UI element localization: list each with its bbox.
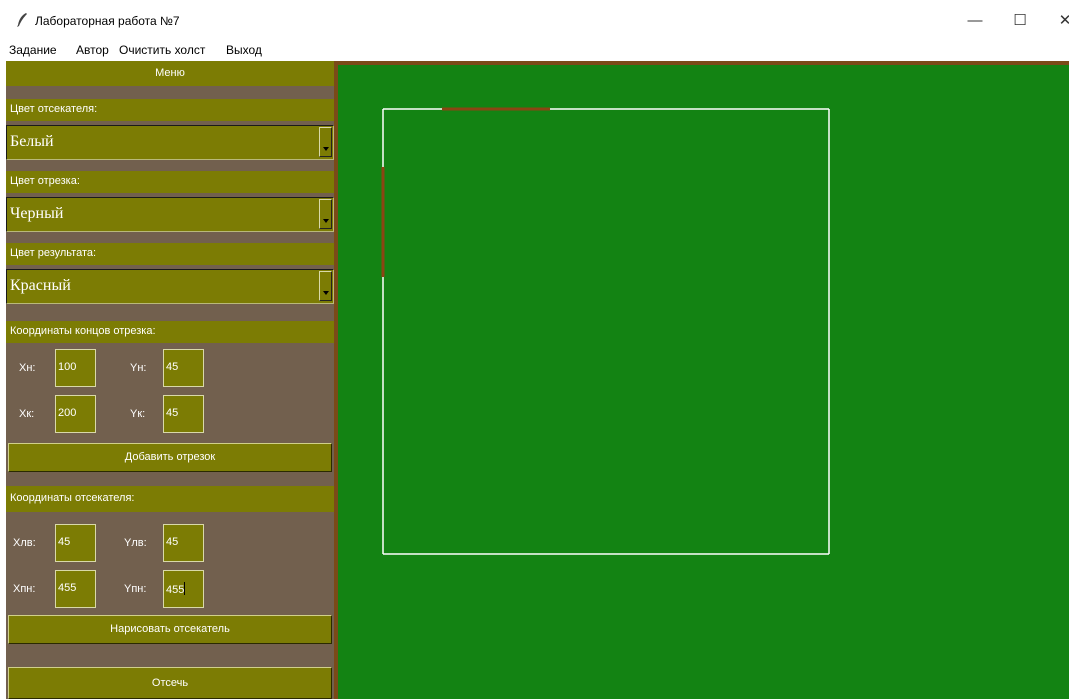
chevron-down-icon[interactable] bbox=[319, 271, 332, 301]
clip-button[interactable]: Отсечь bbox=[8, 667, 332, 699]
ypn-input[interactable]: 455 bbox=[163, 570, 204, 608]
yk-input[interactable]: 45 bbox=[163, 395, 204, 433]
clipper-color-header: Цвет отсекателя: bbox=[6, 99, 334, 121]
menu-bar: Задание Автор Очистить холст Выход bbox=[0, 40, 1069, 60]
clipper-color-label: Цвет отсекателя: bbox=[10, 103, 98, 115]
xn-input[interactable]: 100 bbox=[55, 349, 96, 387]
feather-icon bbox=[17, 13, 27, 27]
clipper-color-select[interactable]: Белый bbox=[6, 125, 334, 160]
ylv-label: Yлв: bbox=[124, 537, 147, 549]
result-color-label: Цвет результата: bbox=[10, 247, 97, 259]
xpn-input[interactable]: 455 bbox=[55, 570, 96, 608]
chevron-down-icon[interactable] bbox=[319, 127, 332, 157]
clipper-color-value: Белый bbox=[10, 133, 54, 150]
draw-clipper-button[interactable]: Нарисовать отсекатель bbox=[8, 615, 332, 644]
ypn-value: 455 bbox=[166, 584, 185, 596]
menu-task[interactable]: Задание bbox=[9, 43, 57, 57]
xlv-label: Xлв: bbox=[13, 537, 36, 549]
xlv-input[interactable]: 45 bbox=[55, 524, 96, 562]
canvas-drawing bbox=[381, 107, 830, 555]
result-color-value: Красный bbox=[10, 277, 71, 294]
minimize-button[interactable]: — bbox=[955, 8, 995, 34]
xn-label: Xн: bbox=[19, 362, 36, 374]
yn-label: Yн: bbox=[130, 362, 147, 374]
segment-color-value: Черный bbox=[10, 205, 64, 222]
clipper-coords-header: Координаты отсекателя: bbox=[6, 486, 334, 512]
xk-input[interactable]: 200 bbox=[55, 395, 96, 433]
result-color-select[interactable]: Красный bbox=[6, 269, 334, 304]
panel-header: Меню bbox=[6, 61, 334, 86]
segment-coords-header: Координаты концов отрезка: bbox=[6, 321, 334, 343]
text-caret bbox=[184, 582, 186, 595]
menu-author[interactable]: Автор bbox=[76, 43, 109, 57]
maximize-button[interactable]: ☐ bbox=[1000, 8, 1040, 34]
segment-color-select[interactable]: Черный bbox=[6, 197, 334, 232]
xk-label: Xк: bbox=[19, 408, 35, 420]
yk-label: Yк: bbox=[130, 408, 146, 420]
xpn-label: Xпн: bbox=[13, 583, 36, 595]
menu-exit[interactable]: Выход bbox=[226, 43, 262, 57]
title-bar: Лабораторная работа №7 — ☐ ✕ bbox=[0, 0, 1069, 40]
chevron-down-icon[interactable] bbox=[319, 199, 332, 229]
segment-color-label: Цвет отрезка: bbox=[10, 175, 80, 187]
ypn-label: Yпн: bbox=[124, 583, 147, 595]
segment-coords-label: Координаты концов отрезка: bbox=[10, 325, 156, 337]
control-panel: Меню Цвет отсекателя: Белый Цвет отрезка… bbox=[6, 61, 334, 699]
menu-clear-canvas[interactable]: Очистить холст bbox=[119, 43, 205, 57]
result-color-header: Цвет результата: bbox=[6, 243, 334, 265]
clipper-coords-label: Координаты отсекателя: bbox=[10, 492, 135, 504]
segment-color-header: Цвет отрезка: bbox=[6, 171, 334, 193]
drawing-canvas[interactable] bbox=[338, 65, 1069, 699]
close-button[interactable]: ✕ bbox=[1045, 8, 1069, 34]
add-segment-button[interactable]: Добавить отрезок bbox=[8, 443, 332, 472]
yn-input[interactable]: 45 bbox=[163, 349, 204, 387]
window-title: Лабораторная работа №7 bbox=[35, 14, 180, 28]
ylv-input[interactable]: 45 bbox=[163, 524, 204, 562]
